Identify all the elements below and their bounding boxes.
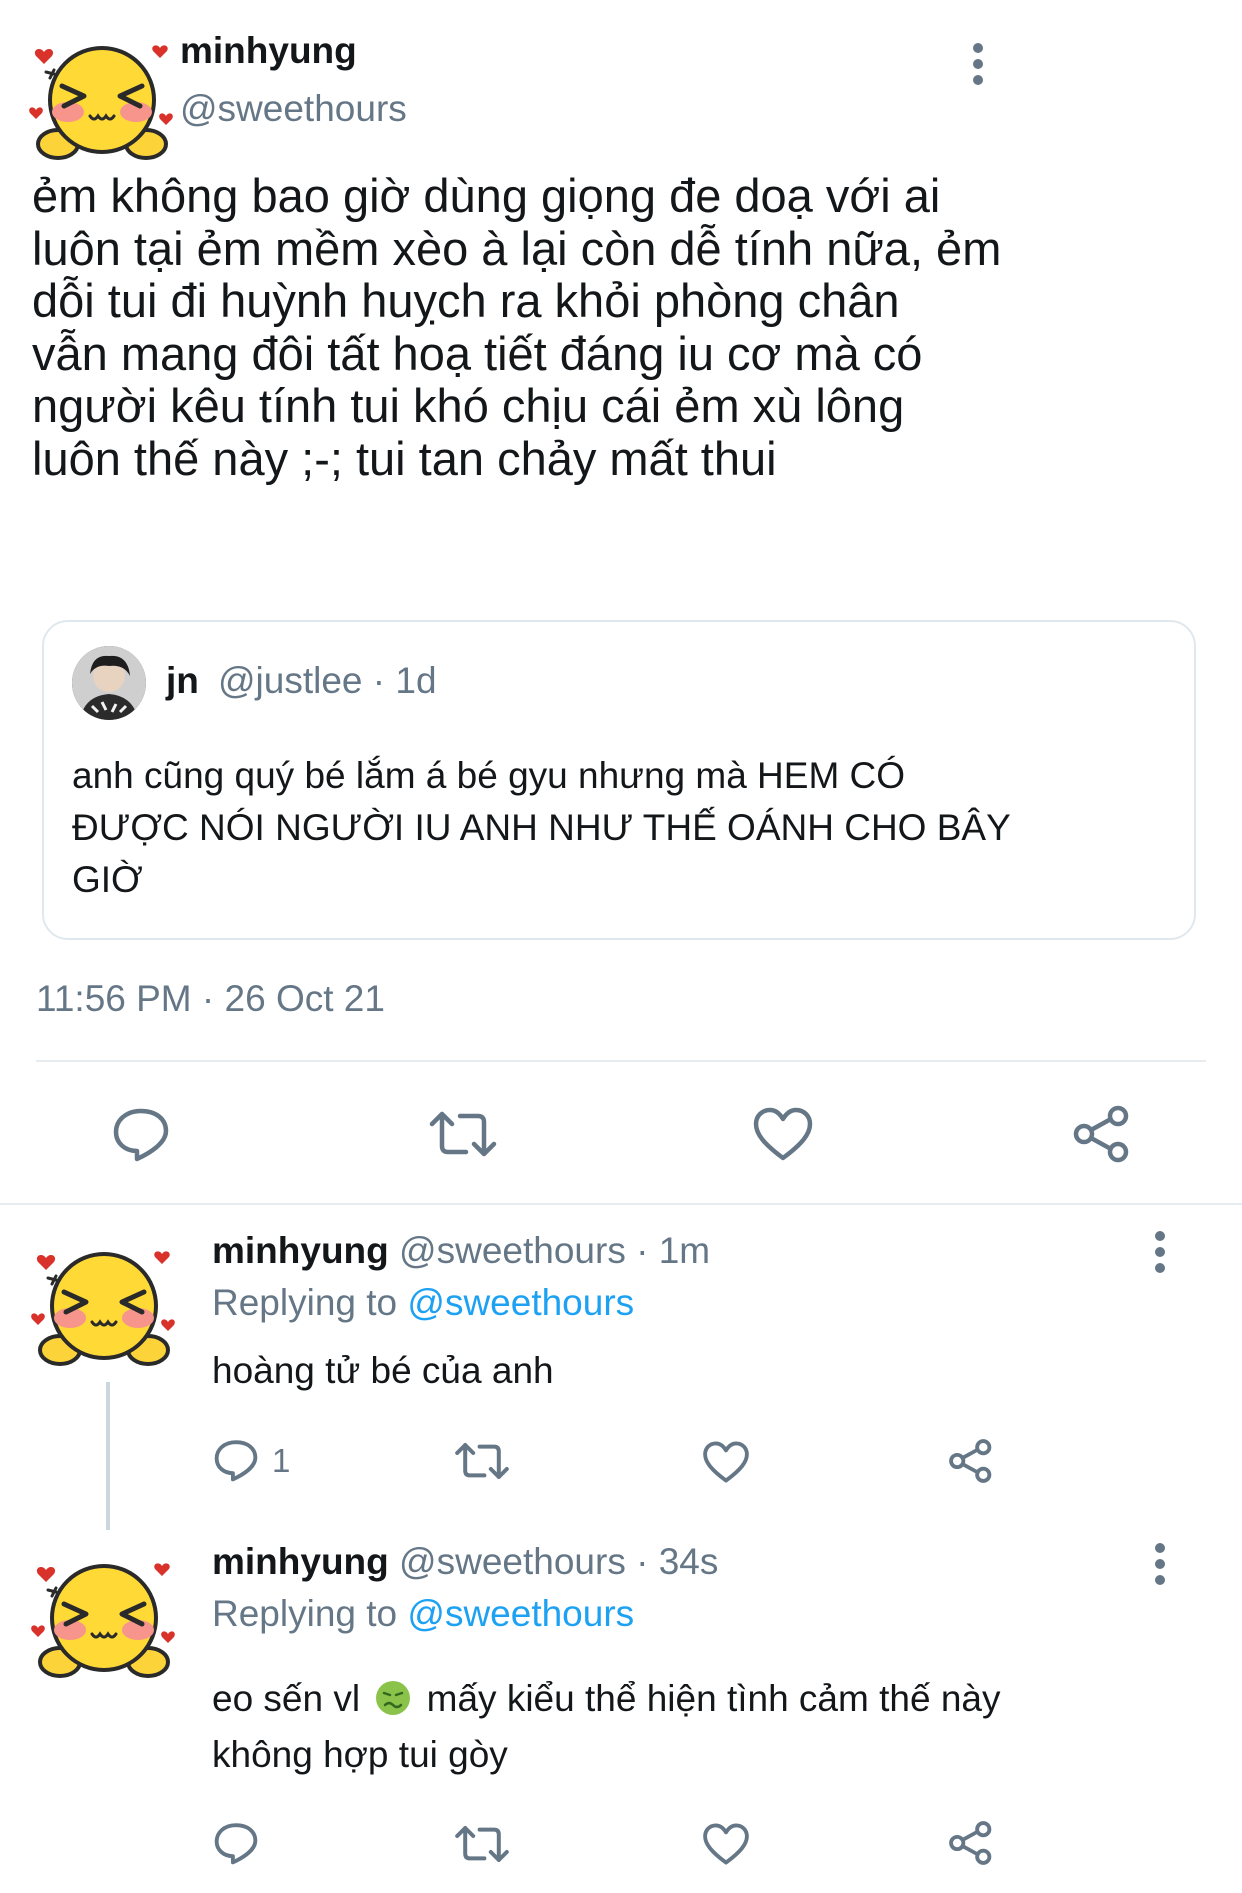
quoted-text-line: anh cũng quý bé lắm á bé gyu nhưng mà HE…: [72, 755, 906, 796]
replying-to-label: Replying to: [212, 1593, 398, 1634]
reply-icon[interactable]: [212, 1820, 260, 1866]
tweet-timestamp: 11:56 PM · 26 Oct 21: [36, 978, 385, 1019]
tweet-text-line: người kêu tính tui khó chịu cái ẻm xù lô…: [32, 379, 905, 432]
quoted-text-line: GIỜ: [72, 859, 143, 900]
tweet-text-line: ẻm không bao giờ dùng giọng đe doạ với a…: [32, 169, 941, 222]
quoted-text-line: ĐƯỢC NÓI NGƯỜI IU ANH NHƯ THẾ OÁNH CHO B…: [72, 807, 1011, 848]
quoted-display-name: jn: [166, 660, 199, 701]
person-photo-icon: [72, 646, 146, 720]
more-options-icon[interactable]: [970, 40, 986, 88]
divider: [0, 1203, 1242, 1205]
replying-to-label: Replying to: [212, 1282, 398, 1323]
reply-count: 1: [272, 1442, 291, 1479]
replying-to: Replying to @sweethours: [212, 1593, 634, 1635]
reply-avatar[interactable]: [30, 1238, 178, 1378]
quoted-text: anh cũng quý bé lắm á bé gyu nhưng mà HE…: [72, 750, 1172, 906]
retweet-icon[interactable]: [454, 1823, 510, 1865]
like-icon[interactable]: [702, 1440, 750, 1484]
nauseated-face-icon: [376, 1681, 411, 1715]
tweet-text-line: luôn thế này ;-; tui tan chảy mất thui: [32, 431, 777, 485]
like-icon[interactable]: [702, 1822, 750, 1866]
replying-to-handle[interactable]: @sweethours: [407, 1282, 634, 1323]
reply-text-segment: eo sến vl: [212, 1678, 361, 1719]
reply-icon[interactable]: [110, 1105, 172, 1163]
reply-display-name[interactable]: minhyung: [212, 1541, 389, 1582]
reply-text: eo sến vl mấy kiểu thể hiện tình cảm thế…: [212, 1671, 1212, 1783]
tweet-text-line: dỗi tui đi huỳnh huỵch ra khỏi phòng châ…: [32, 274, 900, 327]
retweet-icon[interactable]: [454, 1440, 510, 1482]
divider: [36, 1060, 1206, 1062]
author-display-name[interactable]: minhyung: [180, 30, 357, 72]
share-icon[interactable]: [948, 1820, 994, 1866]
author-avatar[interactable]: [28, 32, 176, 172]
retweet-icon[interactable]: [428, 1108, 498, 1160]
reply-text: hoàng tử bé của anh: [212, 1350, 554, 1391]
reply-text-segment: mấy kiểu thể hiện tình cảm thế này: [426, 1678, 1001, 1719]
more-options-icon[interactable]: [1152, 1228, 1168, 1276]
avatar-image: [30, 1550, 178, 1690]
tweet-text: ẻm không bao giờ dùng giọng đe doạ với a…: [32, 169, 1212, 485]
like-icon[interactable]: [752, 1106, 814, 1162]
tweet-text-line: luôn tại ẻm mềm xèo à lại còn dễ tính nữ…: [32, 221, 1002, 275]
author-handle[interactable]: @sweethours: [180, 88, 407, 130]
reply-display-name[interactable]: minhyung: [212, 1230, 389, 1271]
thread-line: [106, 1382, 110, 1530]
reply-icon[interactable]: [212, 1437, 260, 1483]
share-icon[interactable]: [1072, 1104, 1132, 1164]
replying-to-handle[interactable]: @sweethours: [407, 1593, 634, 1634]
quoted-author-avatar: [72, 646, 146, 720]
reply-text-line: không hợp tui gòy: [212, 1734, 508, 1775]
reply-text-line: eo sến vl mấy kiểu thể hiện tình cảm thế…: [212, 1671, 1212, 1727]
avatar-image: [28, 32, 176, 172]
more-options-icon[interactable]: [1152, 1540, 1168, 1588]
reply-header: minhyung @sweethours · 34s: [212, 1541, 718, 1583]
reply-handle-time: @sweethours · 1m: [399, 1230, 711, 1271]
reply-header: minhyung @sweethours · 1m: [212, 1230, 710, 1272]
avatar-image: [30, 1238, 178, 1378]
tweet-text-line: vẫn mang đôi tất hoạ tiết đáng iu cơ mà …: [32, 326, 923, 380]
reply-avatar[interactable]: [30, 1550, 178, 1690]
quoted-handle-time: @justlee · 1d: [218, 660, 437, 701]
replying-to: Replying to @sweethours: [212, 1282, 634, 1324]
share-icon[interactable]: [948, 1438, 994, 1484]
reply-handle-time: @sweethours · 34s: [399, 1541, 719, 1582]
quoted-tweet-card[interactable]: jn @justlee · 1d anh cũng quý bé lắm á b…: [42, 620, 1196, 940]
